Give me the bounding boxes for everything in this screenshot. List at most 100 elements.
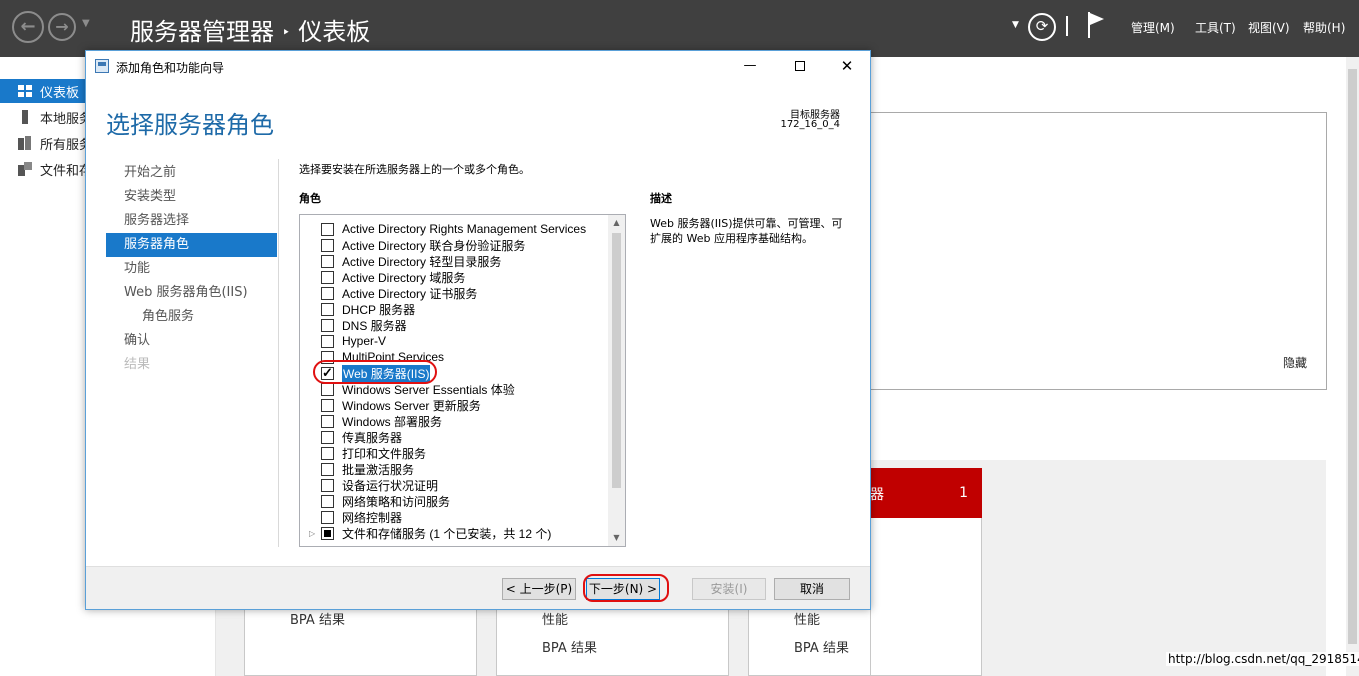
dashboard-icon bbox=[18, 85, 32, 97]
wizard-window-title: 添加角色和功能向导 bbox=[116, 61, 225, 75]
role-row[interactable]: 网络策略和访问服务 bbox=[300, 493, 605, 509]
annotation-highlight-web-server bbox=[313, 360, 437, 384]
tile-performance[interactable]: 性能 bbox=[794, 609, 820, 628]
role-checkbox[interactable] bbox=[321, 302, 334, 316]
menu-manage[interactable]: 管理(M) bbox=[1131, 19, 1175, 36]
steps-divider bbox=[278, 159, 279, 547]
tile-performance[interactable]: 性能 bbox=[542, 609, 568, 628]
role-label: Active Directory 证书服务 bbox=[342, 286, 478, 301]
role-row[interactable]: 传真服务器 bbox=[300, 429, 605, 445]
tile-title-fragment: 器 bbox=[870, 487, 884, 503]
role-row[interactable]: Active Directory 轻型目录服务 bbox=[300, 253, 605, 269]
role-label: 打印和文件服务 bbox=[342, 446, 427, 461]
role-row[interactable]: ▷ 文件和存储服务 (1 个已安装，共 12 个) bbox=[300, 525, 605, 541]
history-dropdown-icon[interactable]: ▼ bbox=[82, 18, 90, 29]
role-checkbox[interactable] bbox=[321, 286, 334, 300]
add-roles-wizard-dialog: 添加角色和功能向导 — ✕ 选择服务器角色 目标服务器 172_16_0_4 开… bbox=[85, 50, 871, 610]
role-row[interactable]: DNS 服务器 bbox=[300, 317, 605, 333]
role-checkbox[interactable] bbox=[321, 494, 334, 508]
role-checkbox[interactable] bbox=[321, 446, 334, 460]
close-icon[interactable]: ✕ bbox=[833, 55, 861, 77]
role-checkbox[interactable] bbox=[321, 254, 334, 268]
notifications-flag-icon[interactable] bbox=[1086, 12, 1106, 38]
step-role-services[interactable]: 角色服务 bbox=[106, 305, 277, 329]
watermark-url: http://blog.csdn.net/qq_29185141 bbox=[1166, 652, 1359, 666]
tile-bpa-results[interactable]: BPA 结果 bbox=[542, 637, 597, 656]
role-label: 传真服务器 bbox=[342, 430, 403, 445]
role-row[interactable]: Active Directory Rights Management Servi… bbox=[300, 221, 605, 237]
cancel-button[interactable]: 取消 bbox=[774, 578, 850, 600]
role-label: 文件和存储服务 (1 个已安装，共 12 个) bbox=[342, 526, 552, 541]
role-label: 网络策略和访问服务 bbox=[342, 494, 451, 509]
all-servers-icon bbox=[18, 136, 31, 150]
refresh-dropdown-icon[interactable]: ▼ bbox=[1012, 20, 1019, 30]
roles-header: 角色 bbox=[299, 192, 321, 205]
scrollbar-thumb[interactable] bbox=[612, 233, 621, 488]
role-label: Hyper-V bbox=[342, 334, 387, 348]
role-checkbox[interactable] bbox=[321, 414, 334, 428]
expand-arrow-icon[interactable]: ▷ bbox=[309, 529, 315, 538]
role-row[interactable]: 批量激活服务 bbox=[300, 461, 605, 477]
server-group-tile-body bbox=[870, 518, 982, 676]
scroll-up-icon[interactable]: ▲ bbox=[608, 215, 625, 231]
wizard-app-icon bbox=[95, 59, 109, 73]
minimize-icon[interactable]: — bbox=[736, 55, 764, 77]
role-row[interactable]: 打印和文件服务 bbox=[300, 445, 605, 461]
refresh-icon[interactable]: ⟳ bbox=[1028, 13, 1056, 41]
role-row[interactable]: 设备运行状况证明 bbox=[300, 477, 605, 493]
step-server-selection[interactable]: 服务器选择 bbox=[106, 209, 277, 233]
page-title: 服务器管理器 ‣ 仪表板 bbox=[130, 12, 370, 47]
role-row[interactable]: DHCP 服务器 bbox=[300, 301, 605, 317]
server-manager-titlebar: ← → ▼ 服务器管理器 ‣ 仪表板 ▼ ⟳ 管理(M) 工具(T) 视图(V) 帮… bbox=[0, 0, 1359, 57]
wizard-footer: < 上一步(P) 下一步(N) > 安装(I) 取消 bbox=[86, 566, 870, 609]
role-checkbox[interactable] bbox=[321, 334, 334, 348]
role-row[interactable]: Hyper-V bbox=[300, 333, 605, 349]
server-tile bbox=[496, 600, 729, 676]
role-row[interactable]: 网络控制器 bbox=[300, 509, 605, 525]
role-checkbox[interactable] bbox=[321, 462, 334, 476]
menu-view[interactable]: 视图(V) bbox=[1248, 19, 1290, 36]
step-web-server-role[interactable]: Web 服务器角色(IIS) bbox=[106, 281, 277, 305]
breadcrumb-separator: ‣ bbox=[282, 25, 291, 41]
role-row[interactable]: Windows Server 更新服务 bbox=[300, 397, 605, 413]
wizard-heading: 选择服务器角色 bbox=[106, 111, 274, 139]
menu-help[interactable]: 帮助(H) bbox=[1303, 19, 1345, 36]
role-row[interactable]: Active Directory 联合身份验证服务 bbox=[300, 237, 605, 253]
role-checkbox[interactable] bbox=[321, 318, 334, 332]
scrollbar-thumb[interactable] bbox=[1348, 69, 1357, 644]
forward-arrow-icon[interactable]: → bbox=[48, 13, 76, 41]
role-row[interactable]: Active Directory 证书服务 bbox=[300, 285, 605, 301]
server-group-tile-header[interactable]: 器 1 bbox=[870, 468, 982, 518]
step-installation-type[interactable]: 安装类型 bbox=[106, 185, 277, 209]
tile-bpa-results[interactable]: BPA 结果 bbox=[794, 637, 849, 656]
role-checkbox[interactable] bbox=[321, 270, 334, 284]
local-server-icon bbox=[22, 110, 28, 124]
menu-tools[interactable]: 工具(T) bbox=[1195, 19, 1236, 36]
breadcrumb-page: 仪表板 bbox=[298, 18, 371, 46]
role-checkbox[interactable] bbox=[321, 398, 334, 412]
maximize-icon[interactable] bbox=[786, 55, 814, 77]
role-checkbox[interactable] bbox=[321, 382, 334, 396]
role-checkbox[interactable] bbox=[321, 430, 334, 444]
step-features[interactable]: 功能 bbox=[106, 257, 277, 281]
roles-list-scrollbar[interactable]: ▲ ▼ bbox=[608, 215, 625, 546]
step-confirmation[interactable]: 确认 bbox=[106, 329, 277, 353]
step-server-roles[interactable]: 服务器角色 bbox=[106, 233, 277, 257]
role-checkbox[interactable] bbox=[321, 222, 334, 236]
role-row[interactable]: Active Directory 域服务 bbox=[300, 269, 605, 285]
role-label: Active Directory 联合身份验证服务 bbox=[342, 238, 526, 253]
dashboard-scrollbar[interactable] bbox=[1346, 57, 1359, 676]
role-row[interactable]: Windows 部署服务 bbox=[300, 413, 605, 429]
tile-bpa-results[interactable]: BPA 结果 bbox=[290, 609, 345, 628]
previous-button[interactable]: < 上一步(P) bbox=[502, 578, 576, 600]
role-checkbox[interactable] bbox=[321, 526, 334, 540]
scroll-down-icon[interactable]: ▼ bbox=[608, 530, 625, 546]
instruction-text: 选择要安装在所选服务器上的一个或多个角色。 bbox=[299, 163, 530, 176]
role-checkbox[interactable] bbox=[321, 238, 334, 252]
hide-link[interactable]: 隐藏 bbox=[1283, 354, 1307, 371]
role-checkbox[interactable] bbox=[321, 510, 334, 524]
role-checkbox[interactable] bbox=[321, 478, 334, 492]
back-arrow-icon[interactable]: ← bbox=[12, 11, 44, 43]
role-label: Active Directory 域服务 bbox=[342, 270, 466, 285]
step-before-you-begin[interactable]: 开始之前 bbox=[106, 161, 277, 185]
